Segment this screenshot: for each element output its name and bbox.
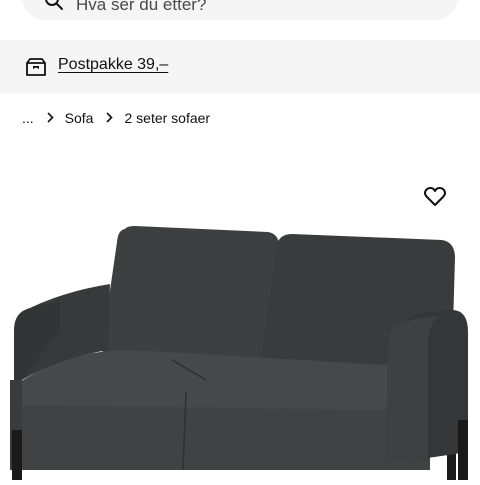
favourite-button[interactable]: [420, 184, 450, 214]
chevron-right-icon: [47, 110, 54, 126]
shipping-link[interactable]: Postpakke 39,–: [58, 56, 168, 74]
breadcrumb-ellipsis[interactable]: ...: [22, 110, 34, 126]
breadcrumb-item-sofa[interactable]: Sofa: [65, 110, 94, 126]
search-bar[interactable]: Hva ser du etter?: [22, 0, 458, 20]
search-placeholder: Hva ser du etter?: [76, 0, 207, 14]
sofa-illustration: [10, 226, 468, 480]
heart-icon: [424, 186, 446, 212]
product-image[interactable]: [0, 140, 480, 480]
shipping-banner: Postpakke 39,–: [0, 40, 480, 93]
breadcrumb-item-2-seter-sofaer[interactable]: 2 seter sofaer: [124, 110, 210, 126]
search-icon: [44, 0, 64, 11]
package-box-icon: [25, 56, 47, 78]
breadcrumb: ... Sofa 2 seter sofaer: [22, 108, 210, 128]
chevron-right-icon: [106, 110, 114, 126]
